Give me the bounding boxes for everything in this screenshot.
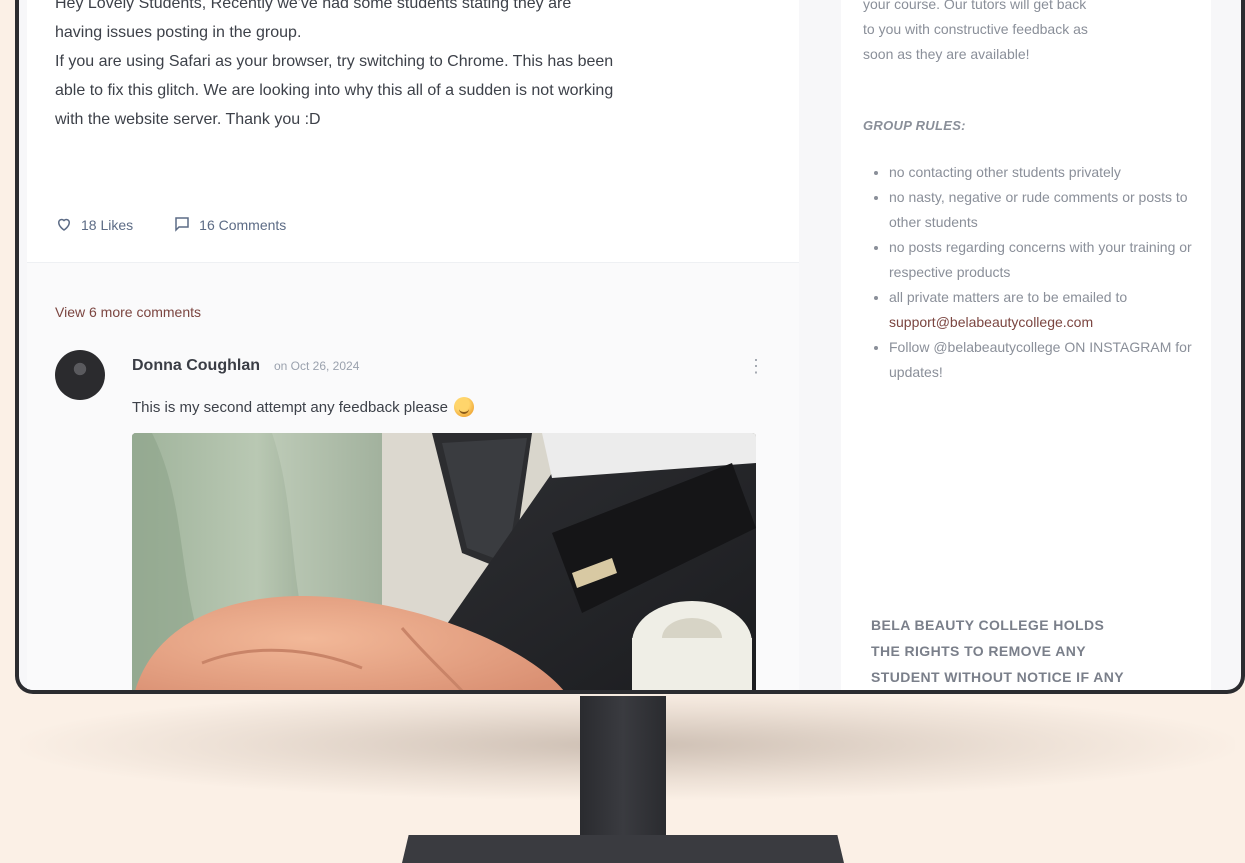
rule-item: all private matters are to be emailed to… xyxy=(889,285,1209,335)
like-button[interactable]: 18 Likes xyxy=(55,215,133,236)
post-text-line: If you are using Safari as your browser,… xyxy=(55,53,614,70)
notice-line: THE RIGHTS TO REMOVE ANY xyxy=(871,643,1086,659)
post-reactions: 18 Likes 16 Comments xyxy=(55,211,286,239)
rule-item: Follow @belabeautycollege ON INSTAGRAM f… xyxy=(889,335,1209,385)
monitor-frame: Hey Lovely Students, Recently we've had … xyxy=(15,0,1245,694)
group-sidebar: your course. Our tutors will get back to… xyxy=(841,0,1211,690)
comments-count: 16 Comments xyxy=(199,217,287,233)
avatar[interactable] xyxy=(55,350,105,400)
comments-section: View 6 more comments Donna Coughlan on O… xyxy=(27,262,799,690)
comment-image[interactable] xyxy=(132,433,756,690)
post-text-line: Hey Lovely Students, Recently we've had … xyxy=(55,0,572,12)
sidebar-intro-line: your course. Our tutors will get back xyxy=(863,0,1087,12)
group-rules-list: no contacting other students privately n… xyxy=(863,160,1209,385)
sidebar-intro-line: soon as they are available! xyxy=(863,46,1030,62)
monitor-stand-neck xyxy=(580,696,666,856)
post-text-line: having issues posting in the group. xyxy=(55,24,302,41)
feed-column: Hey Lovely Students, Recently we've had … xyxy=(27,0,799,690)
likes-count: 18 Likes xyxy=(81,217,134,233)
post-text-line: able to fix this glitch. We are looking … xyxy=(55,82,614,99)
removal-notice: BELA BEAUTY COLLEGE HOLDS THE RIGHTS TO … xyxy=(871,612,1201,690)
comment-date: on Oct 26, 2024 xyxy=(273,359,360,373)
screen: Hey Lovely Students, Recently we've had … xyxy=(19,0,1241,690)
monitor-stand-base xyxy=(402,835,844,863)
comment-photo xyxy=(132,433,756,690)
comment-icon xyxy=(173,215,191,236)
sidebar-intro-line: to you with constructive feedback as xyxy=(863,21,1088,37)
post-text-line: with the website server. Thank you :D xyxy=(55,111,321,128)
group-rules-heading: GROUP RULES: xyxy=(863,118,966,133)
kebab-menu-icon[interactable]: ⋮ xyxy=(747,357,765,375)
comments-button[interactable]: 16 Comments xyxy=(173,215,286,236)
rule-item: no contacting other students privately xyxy=(889,160,1209,185)
comment-header: Donna Coughlan on Oct 26, 2024 xyxy=(132,357,359,375)
notice-line: BELA BEAUTY COLLEGE HOLDS xyxy=(871,617,1105,633)
sidebar-intro: your course. Our tutors will get back to… xyxy=(863,0,1193,67)
comment-author[interactable]: Donna Coughlan xyxy=(132,357,260,375)
rule-item: no posts regarding concerns with your tr… xyxy=(889,235,1209,285)
support-email-link[interactable]: support@belabeautycollege.com xyxy=(889,314,1093,330)
rule-text: all private matters are to be emailed to xyxy=(889,289,1128,305)
heart-icon xyxy=(55,215,73,236)
notice-line: STUDENT WITHOUT NOTICE IF ANY xyxy=(871,669,1124,685)
post-body: Hey Lovely Students, Recently we've had … xyxy=(55,0,785,134)
comment-text-row: This is my second attempt any feedback p… xyxy=(132,397,474,417)
view-more-comments-link[interactable]: View 6 more comments xyxy=(55,304,201,320)
smile-emoji-icon xyxy=(454,397,474,417)
comment-text: This is my second attempt any feedback p… xyxy=(132,398,448,416)
rule-item: no nasty, negative or rude comments or p… xyxy=(889,185,1209,235)
